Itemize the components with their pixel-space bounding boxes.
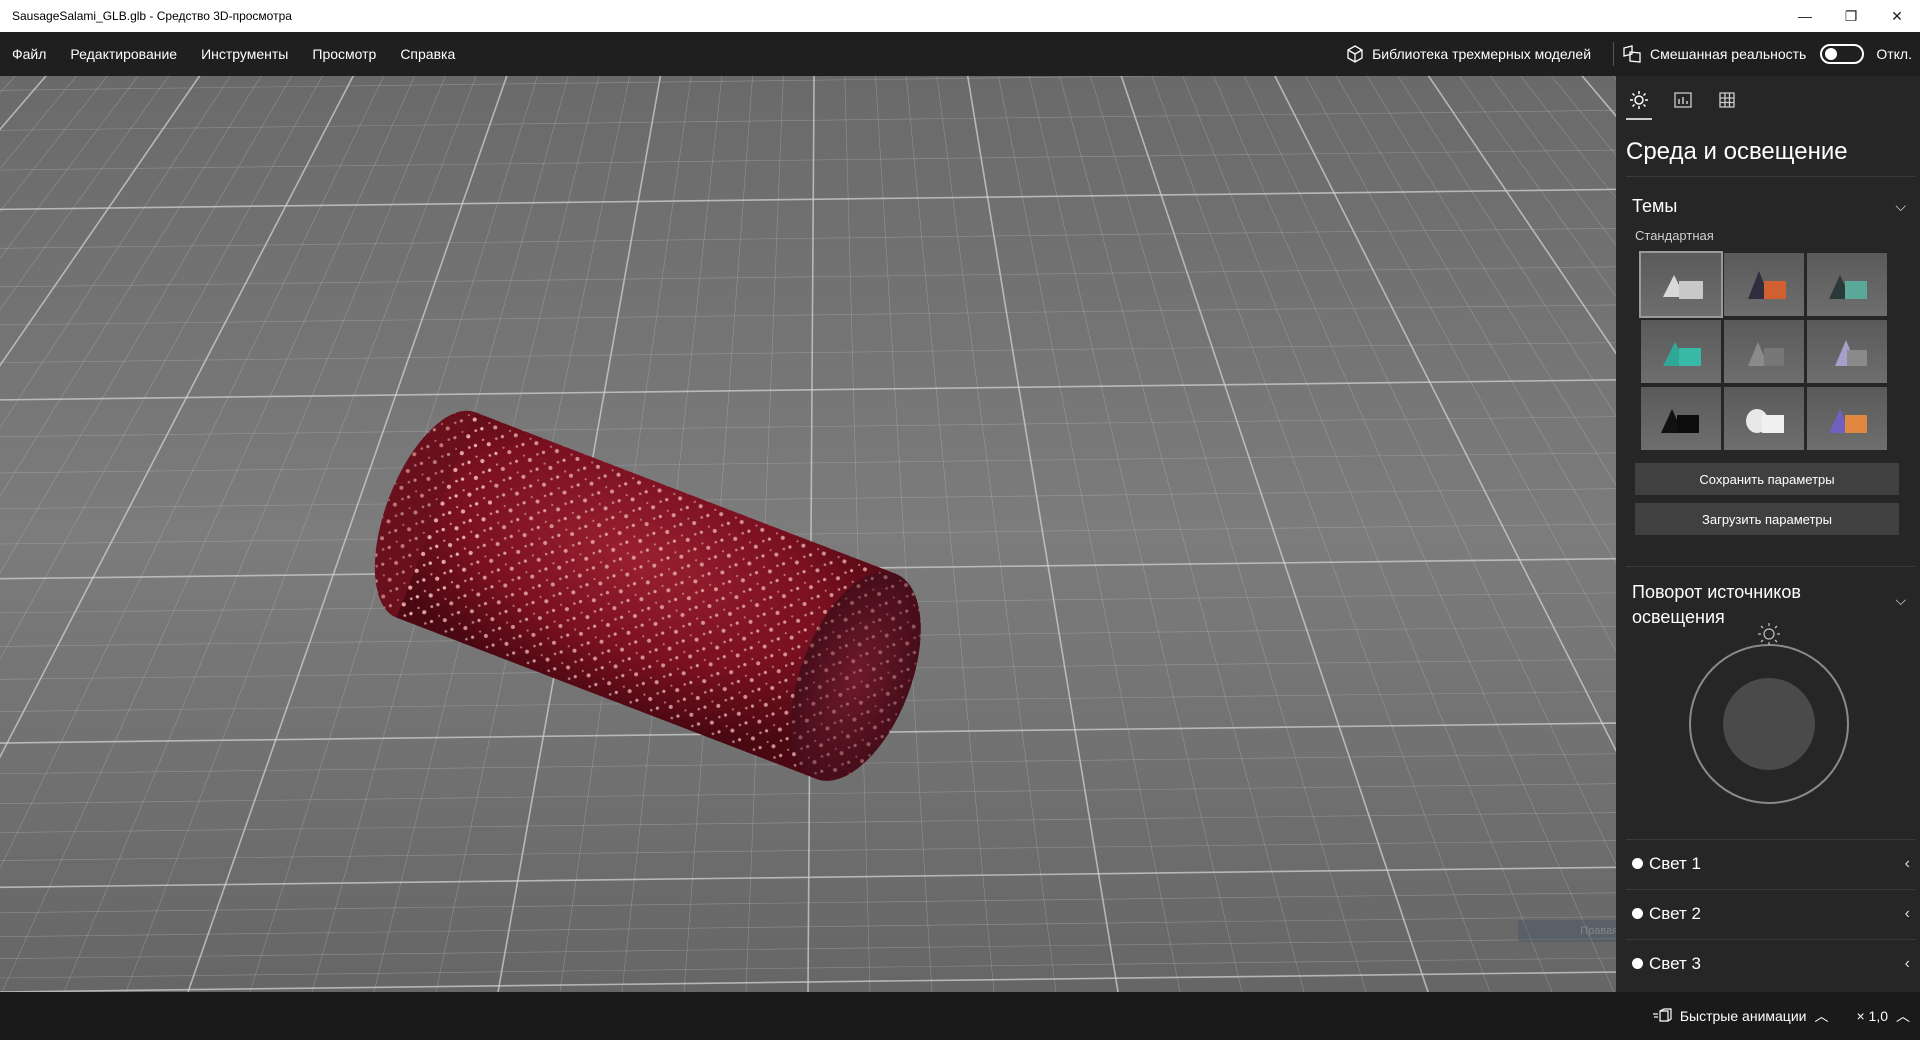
theme-tile[interactable] (1724, 253, 1804, 316)
theme-tile[interactable] (1641, 387, 1721, 450)
themes-heading: Темы (1632, 195, 1678, 216)
model-library-label: Библиотека трехмерных моделей (1372, 46, 1592, 62)
theme-grid (1639, 251, 1887, 450)
light-row-1[interactable]: Свет 1 ‹ (1626, 839, 1916, 887)
title-bar: SausageSalami_GLB.glb - Средство 3D-прос… (0, 0, 1920, 32)
grid-icon (1719, 92, 1735, 108)
dial-sphere (1723, 678, 1815, 770)
mixed-reality-toggle[interactable] (1820, 44, 1865, 64)
minimize-button[interactable]: — (1782, 0, 1828, 32)
menu-view[interactable]: Просмотр (300, 32, 388, 76)
themes-section-header[interactable]: Темы ⌵ (1616, 186, 1920, 226)
light-label: Свет 1 (1649, 853, 1701, 873)
animation-icon (1652, 1008, 1672, 1022)
chevron-left-icon: ‹ (1904, 954, 1910, 972)
theme-tile[interactable] (1807, 387, 1887, 450)
light-color-dot (1632, 908, 1643, 919)
save-settings-button[interactable]: Сохранить параметры (1635, 463, 1899, 495)
mixed-reality-icon (1623, 45, 1641, 63)
theme-tile[interactable] (1724, 387, 1804, 450)
tab-environment[interactable] (1626, 90, 1652, 120)
speed-label: × 1,0 (1856, 1008, 1888, 1024)
light-color-dot (1632, 858, 1643, 869)
load-settings-button[interactable]: Загрузить параметры (1635, 503, 1899, 535)
menu-tools[interactable]: Инструменты (189, 32, 300, 76)
theme-tile[interactable] (1641, 320, 1721, 383)
chevron-down-icon: ⌵ (1895, 197, 1906, 214)
quick-animations-label: Быстрые анимации (1679, 1008, 1807, 1024)
light-rotation-dial[interactable] (1689, 623, 1849, 804)
close-button[interactable]: ✕ (1874, 0, 1920, 32)
theme-tile[interactable] (1807, 320, 1887, 383)
speed-button[interactable]: × 1,0 ︿ (1842, 1006, 1920, 1026)
menu-file[interactable]: Файл (0, 32, 58, 76)
tab-statistics[interactable] (1670, 90, 1696, 120)
divider (1626, 566, 1916, 567)
quick-animations-button[interactable]: Быстрые анимации ︿ (1638, 1006, 1843, 1026)
light-row-2[interactable]: Свет 2 ‹ (1626, 889, 1916, 937)
light-row-3[interactable]: Свет 3 ‹ (1626, 939, 1916, 987)
panel-tabs (1616, 76, 1920, 124)
viewport-scene (0, 76, 1616, 992)
menu-help[interactable]: Справка (388, 32, 467, 76)
theme-selected-label: Стандартная (1635, 228, 1714, 243)
menu-divider (1613, 42, 1615, 66)
toggle-knob (1825, 48, 1838, 60)
mixed-reality-label: Смешанная реальность (1650, 46, 1807, 62)
sun-icon (1630, 91, 1648, 109)
light-rotation-heading-line2: освещения (1632, 607, 1725, 627)
tab-grid[interactable] (1714, 90, 1740, 120)
light-color-dot (1632, 958, 1643, 969)
environment-panel: Среда и освещение Темы ⌵ Стандартная Сох… (1616, 76, 1920, 992)
menu-edit[interactable]: Редактирование (58, 32, 189, 76)
restore-button[interactable]: ❐ (1828, 0, 1874, 32)
light-rotation-heading-line1: Поворот источников (1632, 582, 1801, 602)
status-bar: Быстрые анимации ︿ × 1,0 ︿ (0, 992, 1920, 1040)
chevron-up-icon: ︿ (1814, 1008, 1829, 1024)
stats-icon (1674, 92, 1692, 108)
mixed-reality-control[interactable]: Смешанная реальность Откл. (1622, 44, 1920, 64)
sun-handle-icon[interactable] (1757, 622, 1781, 646)
light-label: Свет 3 (1649, 953, 1701, 973)
theme-tile[interactable] (1724, 320, 1804, 383)
chevron-left-icon: ‹ (1904, 854, 1910, 872)
divider (1626, 176, 1916, 177)
mixed-reality-state: Откл. (1876, 46, 1912, 62)
theme-tile[interactable] (1807, 253, 1887, 316)
chevron-left-icon: ‹ (1904, 904, 1910, 922)
model-library-button[interactable]: Библиотека трехмерных моделей (1332, 32, 1605, 76)
window-title: SausageSalami_GLB.glb - Средство 3D-прос… (12, 9, 292, 23)
cube-icon (1347, 45, 1363, 63)
chevron-up-icon: ︿ (1896, 1008, 1910, 1024)
menu-bar: Файл Редактирование Инструменты Просмотр… (0, 32, 1920, 76)
theme-tile[interactable] (1639, 251, 1723, 318)
3d-viewport[interactable] (0, 76, 1616, 992)
light-label: Свет 2 (1649, 903, 1701, 923)
chevron-down-icon: ⌵ (1895, 592, 1906, 608)
